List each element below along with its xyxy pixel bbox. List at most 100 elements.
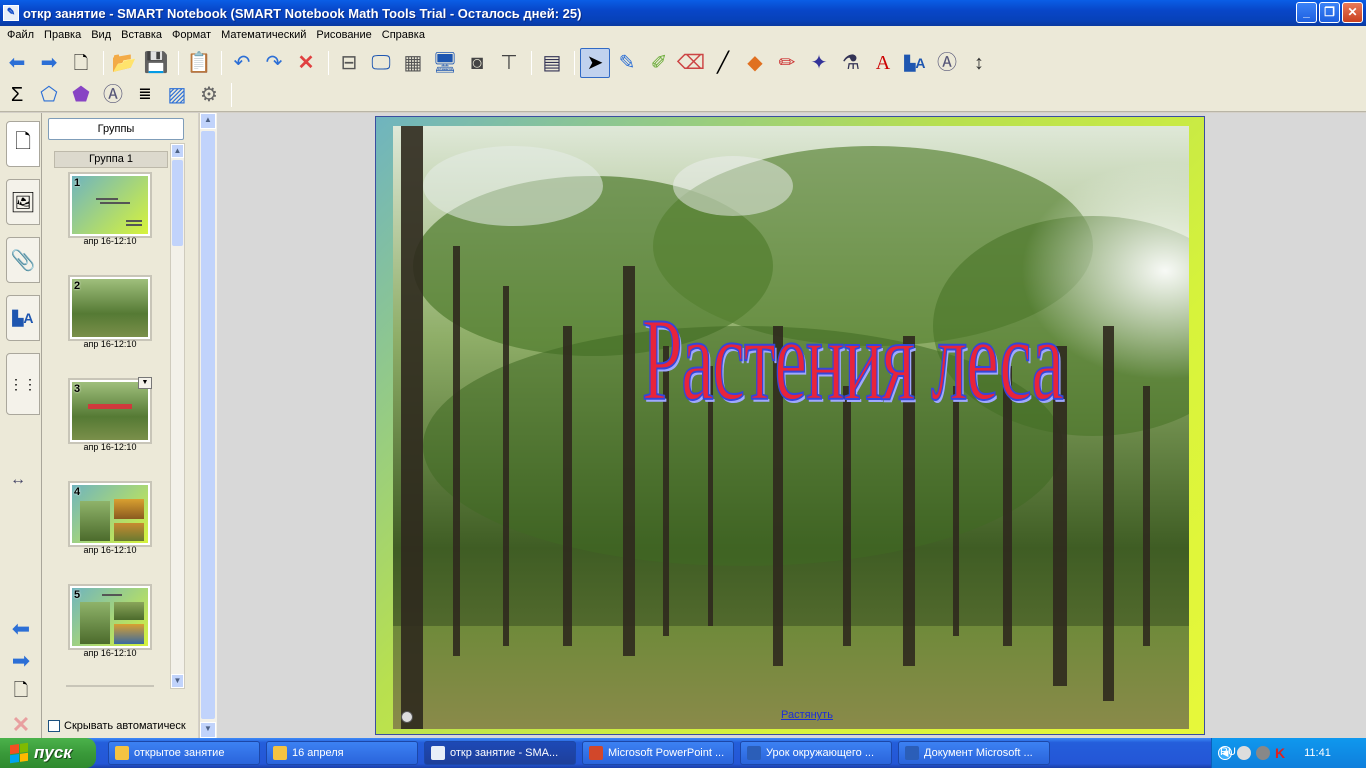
menu-draw[interactable]: Рисование (311, 29, 376, 41)
undo-icon[interactable]: ↶ (227, 48, 257, 78)
math-tools-icon[interactable]: ⚙ (194, 80, 224, 110)
gallery-icon[interactable]: 🖼 (6, 179, 40, 225)
menu-file[interactable]: Файл (2, 29, 39, 41)
minimize-button[interactable]: _ (1296, 2, 1317, 23)
properties-icon[interactable]: ▙A (900, 48, 930, 78)
fill-icon[interactable]: ⚗ (836, 48, 866, 78)
polygon-icon[interactable]: ⬠ (34, 80, 64, 110)
autohide-option[interactable]: Скрывать автоматическ (48, 720, 196, 732)
forward-arrow-icon[interactable]: ➡ (34, 48, 64, 78)
forest-photo[interactable]: Растения леса Растянуть (393, 126, 1189, 729)
equation-icon[interactable]: ≣ (130, 80, 160, 110)
taskbar-item-powerpoint[interactable]: Microsoft PowerPoint ... (582, 741, 734, 765)
magic-pen-icon[interactable]: ✏ (772, 48, 802, 78)
stretch-link[interactable]: Растянуть (781, 709, 833, 721)
workspace-scrollbar[interactable]: ▲ ▼ (199, 113, 217, 738)
restore-button[interactable]: ❐ (1319, 2, 1340, 23)
menu-format[interactable]: Формат (167, 29, 216, 41)
addons-tab-icon[interactable]: ⋮⋮ (6, 353, 40, 415)
notebook-app-icon[interactable]: ✎ (3, 5, 19, 21)
measurement-tools-icon[interactable]: Ⓐ (932, 48, 962, 78)
thumbnail-date: апр 16-12:10 (83, 339, 137, 349)
pen-icon[interactable]: ✎ (612, 48, 642, 78)
slide-title[interactable]: Растения леса (641, 300, 1064, 420)
toolbar-move-icon[interactable]: ↕ (964, 48, 994, 78)
page-thumbnail-4[interactable]: 4 (68, 481, 152, 547)
clock[interactable]: 11:41 (1304, 747, 1331, 759)
toolbar-divider (231, 83, 232, 107)
taskbar-item-word-2[interactable]: Документ Microsoft ... (898, 741, 1050, 765)
taskbar-item-folder-2[interactable]: 16 апреля (266, 741, 418, 765)
screen-capture-icon[interactable]: ◙ (462, 48, 492, 78)
graph-icon[interactable]: ▨ (162, 80, 192, 110)
page-thumbnail-3[interactable]: 3 ▼ (68, 377, 152, 444)
title-bar: ✎ откр занятие - SMART Notebook (SMART N… (0, 0, 1366, 26)
sigma-icon[interactable]: Σ (2, 80, 32, 110)
shapes-icon[interactable]: ◆ (740, 48, 770, 78)
new-page-icon[interactable]: 🗋 (66, 48, 96, 78)
text-icon[interactable]: A (868, 48, 898, 78)
scroll-down-icon[interactable]: ▼ (200, 722, 216, 738)
groups-button[interactable]: Группы (48, 118, 184, 140)
menu-view[interactable]: Вид (86, 29, 116, 41)
close-button[interactable]: ✕ (1342, 2, 1363, 23)
open-folder-icon[interactable]: 📂 (109, 48, 139, 78)
task-label: 16 апреля (292, 747, 344, 759)
table-icon[interactable]: ▤ (537, 48, 567, 78)
menu-insert[interactable]: Вставка (116, 29, 167, 41)
menu-edit[interactable]: Правка (39, 29, 86, 41)
fullscreen-icon[interactable]: 🖵 (366, 48, 396, 78)
taskbar-item-folder-1[interactable]: открытое занятие (108, 741, 260, 765)
page-thumbnail-5[interactable]: 5 (68, 584, 152, 650)
page-thumbnail-2[interactable]: 2 (68, 275, 152, 341)
antivirus-icon[interactable]: K (1275, 745, 1285, 761)
back-arrow-icon[interactable]: ⬅ (2, 48, 32, 78)
thumbnail-number: 4 (74, 486, 81, 498)
thumbnail-number: 3 (74, 383, 81, 395)
screen-shade-icon[interactable]: ⊟ (334, 48, 364, 78)
line-icon[interactable]: ╱ (708, 48, 738, 78)
taskbar-item-notebook[interactable]: откр занятие - SMA... (424, 741, 576, 765)
network-icon[interactable] (1237, 746, 1251, 760)
creative-pen-icon[interactable]: ✐ (644, 48, 674, 78)
thumbnail-date: апр 16-12:10 (83, 442, 137, 452)
scrollbar-thumb[interactable] (172, 160, 183, 246)
start-button[interactable]: пуск (0, 738, 96, 768)
taskbar-item-word-1[interactable]: Урок окружающего ... (740, 741, 892, 765)
page-menu-dropdown-icon[interactable]: ▼ (138, 377, 152, 389)
autohide-checkbox[interactable] (48, 720, 60, 732)
next-page-icon[interactable]: ➡ (6, 645, 36, 677)
transparent-bg-icon[interactable]: ▦ (398, 48, 428, 78)
prev-page-icon[interactable]: ⬅ (6, 613, 36, 645)
redo-icon[interactable]: ↷ (259, 48, 289, 78)
scroll-down-icon[interactable]: ▼ (171, 674, 184, 688)
dual-page-icon[interactable]: 🖥 (430, 48, 460, 78)
document-camera-icon[interactable]: ⊤ (494, 48, 524, 78)
scroll-up-icon[interactable]: ▲ (200, 113, 216, 129)
shape-3d-icon[interactable]: ⬟ (66, 80, 96, 110)
object-menu-icon[interactable] (401, 711, 413, 723)
volume-icon[interactable] (1256, 746, 1270, 760)
select-arrow-icon[interactable]: ➤ (580, 48, 610, 78)
delete-page-icon[interactable]: ✕ (6, 709, 36, 741)
save-icon[interactable]: 💾 (141, 48, 171, 78)
page-sorter-icon[interactable]: 🗋 (6, 121, 40, 167)
page-thumbnail-1[interactable]: 1 (68, 172, 152, 238)
menu-help[interactable]: Справка (377, 29, 430, 41)
scroll-up-icon[interactable]: ▲ (171, 144, 184, 158)
language-indicator[interactable]: RU (1220, 746, 1236, 758)
scrollbar-thumb[interactable] (201, 131, 215, 719)
notebook-page[interactable]: Растения леса Растянуть (375, 116, 1205, 735)
add-page-icon[interactable]: 🗋 (6, 677, 36, 709)
shape-recognition-pen-icon[interactable]: ✦ (804, 48, 834, 78)
resize-panel-icon[interactable]: ↔ (10, 471, 26, 489)
attachments-icon[interactable]: 📎 (6, 237, 40, 283)
group-header[interactable]: Группа 1 (54, 151, 168, 168)
menu-math[interactable]: Математический (216, 29, 311, 41)
eraser-icon[interactable]: ⌫ (676, 48, 706, 78)
compass-icon[interactable]: Ⓐ (98, 80, 128, 110)
panel-scrollbar[interactable]: ▲ ▼ (170, 143, 185, 689)
delete-icon[interactable]: ✕ (291, 48, 321, 78)
properties-tab-icon[interactable]: ▙A (6, 295, 40, 341)
paste-icon[interactable]: 📋 (184, 48, 214, 78)
